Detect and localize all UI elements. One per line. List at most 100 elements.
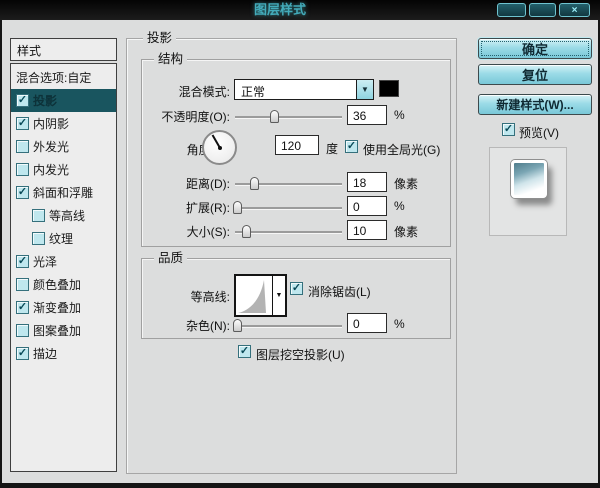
sidebar-item-label: 渐变叠加 xyxy=(33,299,81,316)
knockout-checkbox[interactable]: ✓ xyxy=(238,345,251,358)
structure-legend: 结构 xyxy=(154,52,187,67)
style-enable-checkbox[interactable]: ✓ xyxy=(16,94,29,107)
distance-slider[interactable] xyxy=(235,183,342,185)
style-enable-checkbox[interactable]: ✓ xyxy=(16,255,29,268)
spread-unit: % xyxy=(394,199,405,213)
anti-alias-label: 消除锯齿(L) xyxy=(308,283,371,300)
structure-group: 结构 混合模式: 正常 ▼ 不透明度(O): 36 % 角度(A): 120 度… xyxy=(141,59,451,247)
noise-label: 杂色(N): xyxy=(150,317,230,334)
close-icon: × xyxy=(572,5,578,16)
sidebar-item[interactable]: 外发光 xyxy=(11,135,116,158)
dialog-title: 图层样式 xyxy=(0,0,560,20)
angle-dial-center xyxy=(218,146,222,150)
chevron-down-icon: ▼ xyxy=(361,85,369,94)
style-enable-checkbox[interactable] xyxy=(16,163,29,176)
style-enable-checkbox[interactable] xyxy=(16,140,29,153)
knockout-label: 图层挖空投影(U) xyxy=(256,346,345,363)
style-enable-checkbox[interactable]: ✓ xyxy=(16,117,29,130)
blend-mode-value: 正常 xyxy=(235,80,356,99)
contour-label: 等高线: xyxy=(150,288,230,305)
drop-shadow-panel: 投影 结构 混合模式: 正常 ▼ 不透明度(O): 36 % 角度(A): 12… xyxy=(126,38,457,474)
contour-dropdown-button[interactable]: ▼ xyxy=(273,276,285,315)
angle-input[interactable]: 120 xyxy=(275,135,319,155)
sidebar-item[interactable]: 内发光 xyxy=(11,158,116,181)
new-style-button[interactable]: 新建样式(W)... xyxy=(478,94,592,115)
sidebar-item-label: 投影 xyxy=(33,92,57,109)
ok-button[interactable]: 确定 xyxy=(478,38,592,59)
quality-legend: 品质 xyxy=(154,251,187,266)
style-enable-checkbox[interactable]: ✓ xyxy=(16,301,29,314)
styles-header: 样式 xyxy=(10,38,117,61)
opacity-label: 不透明度(O): xyxy=(150,108,230,125)
dialog-bottom-edge xyxy=(0,483,600,488)
sidebar-item-label: 内发光 xyxy=(33,161,69,178)
style-enable-checkbox[interactable] xyxy=(16,278,29,291)
global-light-label: 使用全局光(G) xyxy=(363,141,440,158)
reset-button[interactable]: 复位 xyxy=(478,64,592,85)
panel-title: 投影 xyxy=(143,31,176,46)
style-enable-checkbox[interactable] xyxy=(32,209,45,222)
style-list: 混合选项:自定 ✓ 投影 ✓内阴影外发光内发光 ✓ 斜面和浮雕等高线纹理 ✓ 光泽颜色叠加 ✓ 渐… xyxy=(10,63,117,472)
sidebar-item-label: 描边 xyxy=(33,345,57,362)
size-label: 大小(S): xyxy=(150,223,230,240)
sidebar-item-label: 颜色叠加 xyxy=(33,276,81,293)
noise-slider[interactable] xyxy=(235,325,342,327)
angle-dial[interactable] xyxy=(202,130,237,165)
sidebar-item-label: 斜面和浮雕 xyxy=(33,184,93,201)
style-enable-checkbox[interactable]: ✓ xyxy=(16,347,29,360)
style-enable-checkbox[interactable]: ✓ xyxy=(16,186,29,199)
noise-slider-thumb[interactable] xyxy=(233,319,242,332)
spread-slider-thumb[interactable] xyxy=(233,201,242,214)
sidebar-item[interactable]: 纹理 xyxy=(11,227,116,250)
layer-style-dialog: 图层样式 × 样式 混合选项:自定 ✓ 投影 ✓内阴影外发光内发光 ✓ 斜面和浮雕等高线纹… xyxy=(0,0,600,488)
blend-mode-dropdown-button[interactable]: ▼ xyxy=(356,80,373,99)
spread-slider[interactable] xyxy=(235,207,342,209)
distance-unit: 像素 xyxy=(394,175,418,192)
sidebar-item-label: 纹理 xyxy=(49,230,73,247)
titlebar[interactable]: 图层样式 × xyxy=(0,0,600,20)
sidebar-item[interactable]: ✓ 描边 xyxy=(11,342,116,365)
distance-slider-thumb[interactable] xyxy=(250,177,259,190)
style-enable-checkbox[interactable] xyxy=(32,232,45,245)
size-input[interactable]: 10 xyxy=(347,220,387,240)
opacity-slider-thumb[interactable] xyxy=(270,110,279,123)
sidebar-item[interactable]: ✓内阴影 xyxy=(11,112,116,135)
preview-panel xyxy=(489,147,567,236)
spread-label: 扩展(R): xyxy=(150,199,230,216)
style-preview-thumbnail xyxy=(511,160,547,198)
opacity-slider[interactable] xyxy=(235,116,342,118)
noise-unit: % xyxy=(394,317,405,331)
opacity-unit: % xyxy=(394,108,405,122)
blend-mode-select[interactable]: 正常 ▼ xyxy=(234,79,374,100)
sidebar-item[interactable]: ✓ 渐变叠加 xyxy=(11,296,116,319)
opacity-input[interactable]: 36 xyxy=(347,105,387,125)
sidebar-item[interactable]: 图案叠加 xyxy=(11,319,116,342)
sidebar-item-label: 光泽 xyxy=(33,253,57,270)
global-light-checkbox[interactable]: ✓ xyxy=(345,140,358,153)
sidebar-item[interactable]: ✓ 投影 xyxy=(11,89,116,112)
maximize-button[interactable] xyxy=(529,3,556,17)
contour-picker[interactable]: ▼ xyxy=(234,274,287,317)
sidebar-item[interactable]: ✓ 斜面和浮雕 xyxy=(11,181,116,204)
anti-alias-checkbox[interactable]: ✓ xyxy=(290,282,303,295)
angle-unit: 度 xyxy=(326,140,338,157)
style-enable-checkbox[interactable] xyxy=(16,324,29,337)
size-slider-thumb[interactable] xyxy=(242,225,251,238)
sidebar-item[interactable]: 混合选项:自定 xyxy=(11,66,116,89)
size-slider[interactable] xyxy=(235,231,342,233)
sidebar-item[interactable]: ✓ 光泽 xyxy=(11,250,116,273)
distance-input[interactable]: 18 xyxy=(347,172,387,192)
close-button[interactable]: × xyxy=(559,3,590,17)
preview-label: 预览(V) xyxy=(519,124,559,141)
chevron-down-icon: ▼ xyxy=(276,292,283,299)
contour-curve-icon xyxy=(236,276,273,315)
styles-header-label: 样式 xyxy=(17,42,116,59)
sidebar-item[interactable]: 等高线 xyxy=(11,204,116,227)
size-unit: 像素 xyxy=(394,223,418,240)
preview-checkbox[interactable]: ✓ xyxy=(502,123,515,136)
sidebar-item[interactable]: 颜色叠加 xyxy=(11,273,116,296)
noise-input[interactable]: 0 xyxy=(347,313,387,333)
shadow-color-swatch[interactable] xyxy=(379,80,399,97)
minimize-button[interactable] xyxy=(497,3,526,17)
spread-input[interactable]: 0 xyxy=(347,196,387,216)
